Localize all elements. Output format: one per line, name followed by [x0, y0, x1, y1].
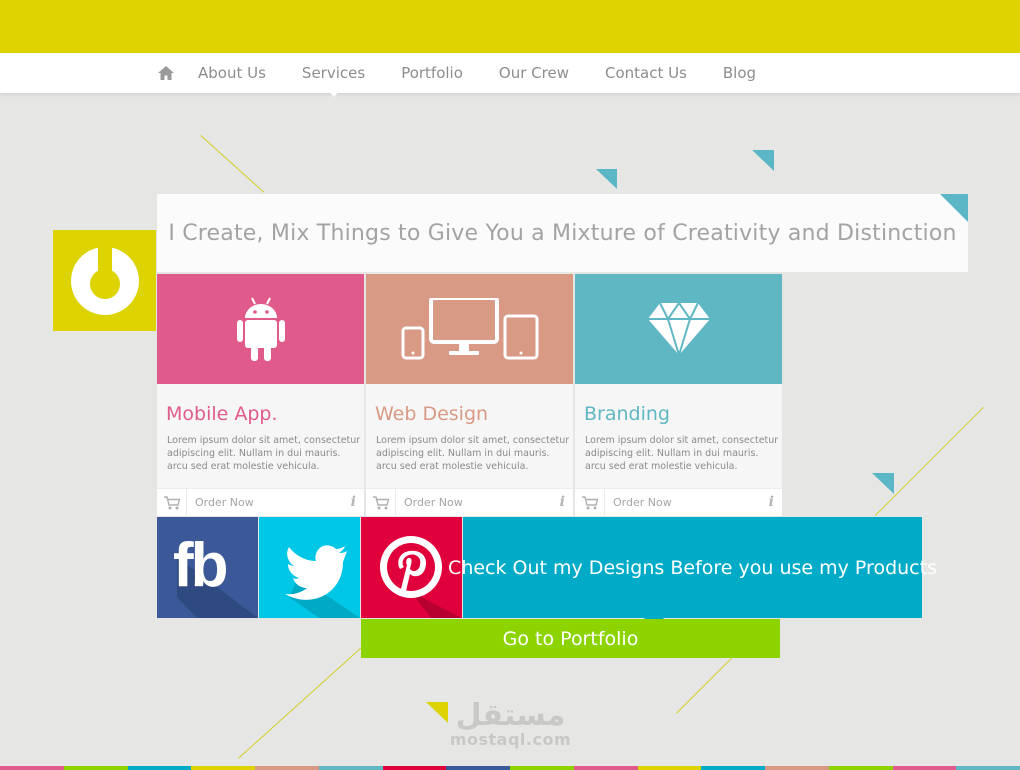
top-accent-bar: [0, 0, 1020, 53]
cta-banner: Check Out my Designs Before you use my P…: [448, 517, 937, 628]
bottom-color-stripes: [0, 766, 1020, 770]
service-card-web-design: Web Design Lorem ipsum dolor sit amet, c…: [366, 274, 573, 517]
decor-triangle: [596, 169, 617, 189]
facebook-button[interactable]: fb: [157, 517, 258, 618]
cart-icon[interactable]: [366, 488, 396, 517]
card-title: Branding: [584, 403, 670, 425]
card-footer: Order Now i: [366, 488, 573, 517]
service-card-branding: Branding Lorem ipsum dolor sit amet, con…: [575, 274, 782, 517]
card-footer: Order Now i: [575, 488, 782, 517]
tagline-banner: I Create, Mix Things to Give You a Mixtu…: [157, 194, 968, 272]
nav-item-contact-us[interactable]: Contact Us: [605, 64, 687, 82]
twitter-button[interactable]: [259, 517, 360, 618]
diamond-icon: [647, 301, 710, 357]
go-to-portfolio-button[interactable]: Go to Portfolio: [361, 619, 780, 658]
nav-item-about-us[interactable]: About Us: [198, 64, 266, 82]
pinterest-icon: [380, 536, 462, 618]
facebook-icon: fb: [173, 531, 229, 600]
brand-logo: [53, 230, 156, 331]
twitter-bird-icon: [285, 545, 360, 618]
decor-line: [676, 657, 732, 714]
info-icon[interactable]: i: [351, 494, 356, 510]
banner-corner-triangle: [940, 194, 968, 222]
cart-icon[interactable]: [575, 488, 605, 517]
card-header: [575, 274, 782, 384]
decor-triangle: [426, 702, 448, 723]
decor-triangle: [872, 473, 894, 494]
pinterest-button[interactable]: [361, 517, 462, 618]
info-icon[interactable]: i: [560, 494, 565, 510]
cta-text: Check Out my Designs Before you use my P…: [448, 556, 937, 579]
tagline-text: I Create, Mix Things to Give You a Mixtu…: [168, 220, 957, 246]
decor-line: [238, 644, 366, 759]
cart-icon[interactable]: [157, 488, 187, 517]
devices-icon: [401, 298, 538, 360]
nav-item-portfolio[interactable]: Portfolio: [401, 64, 463, 82]
main-navbar: About Us Services Portfolio Our Crew Con…: [0, 53, 1020, 97]
watermark-arabic: مستقل: [455, 698, 566, 733]
nav-item-services[interactable]: Services: [302, 64, 365, 97]
info-icon[interactable]: i: [769, 494, 774, 510]
card-description: Lorem ipsum dolor sit amet, consectetur …: [167, 435, 361, 472]
mostaql-watermark: مستقل mostaql.com: [448, 700, 573, 748]
card-header: [157, 274, 364, 384]
android-icon: [236, 297, 285, 361]
services-cards: Mobile App. Lorem ipsum dolor sit amet, …: [157, 274, 784, 517]
order-now-link[interactable]: Order Now: [404, 496, 463, 509]
home-icon[interactable]: [158, 64, 176, 82]
card-footer: Order Now i: [157, 488, 364, 517]
nav-item-blog[interactable]: Blog: [723, 64, 756, 82]
card-header: [366, 274, 573, 384]
card-title: Mobile App.: [166, 403, 278, 425]
decor-triangle: [752, 150, 774, 171]
card-description: Lorem ipsum dolor sit amet, consectetur …: [585, 435, 779, 472]
watermark-latin: mostaql.com: [449, 730, 572, 749]
order-now-link[interactable]: Order Now: [195, 496, 254, 509]
nav-menu: About Us Services Portfolio Our Crew Con…: [158, 53, 792, 97]
decor-line: [200, 135, 265, 193]
service-card-mobile-app: Mobile App. Lorem ipsum dolor sit amet, …: [157, 274, 364, 517]
card-title: Web Design: [375, 403, 489, 425]
order-now-link[interactable]: Order Now: [613, 496, 672, 509]
decor-line: [875, 406, 984, 516]
card-description: Lorem ipsum dolor sit amet, consectetur …: [376, 435, 570, 472]
nav-item-our-crew[interactable]: Our Crew: [499, 64, 569, 82]
